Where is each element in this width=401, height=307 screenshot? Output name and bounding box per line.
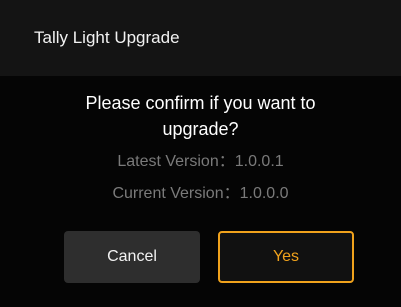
current-version-row: Current Version：1.0.0.0 [0,184,401,204]
latest-version-label: Latest Version： [117,153,235,170]
current-version-value: 1.0.0.0 [239,185,289,202]
cancel-button-label: Cancel [107,248,157,265]
upgrade-dialog: Tally Light Upgrade Please confirm if yo… [0,0,401,307]
yes-button[interactable]: Yes [218,231,354,283]
current-version-label: Current Version： [112,185,240,202]
cancel-button[interactable]: Cancel [64,231,200,283]
latest-version-row: Latest Version：1.0.0.1 [0,152,401,172]
dialog-title: Tally Light Upgrade [34,28,180,47]
dialog-title-bar: Tally Light Upgrade [0,0,401,76]
confirm-message: Please confirm if you want to upgrade? [85,93,316,139]
yes-button-label: Yes [272,248,300,265]
latest-version-value: 1.0.0.1 [234,153,284,170]
